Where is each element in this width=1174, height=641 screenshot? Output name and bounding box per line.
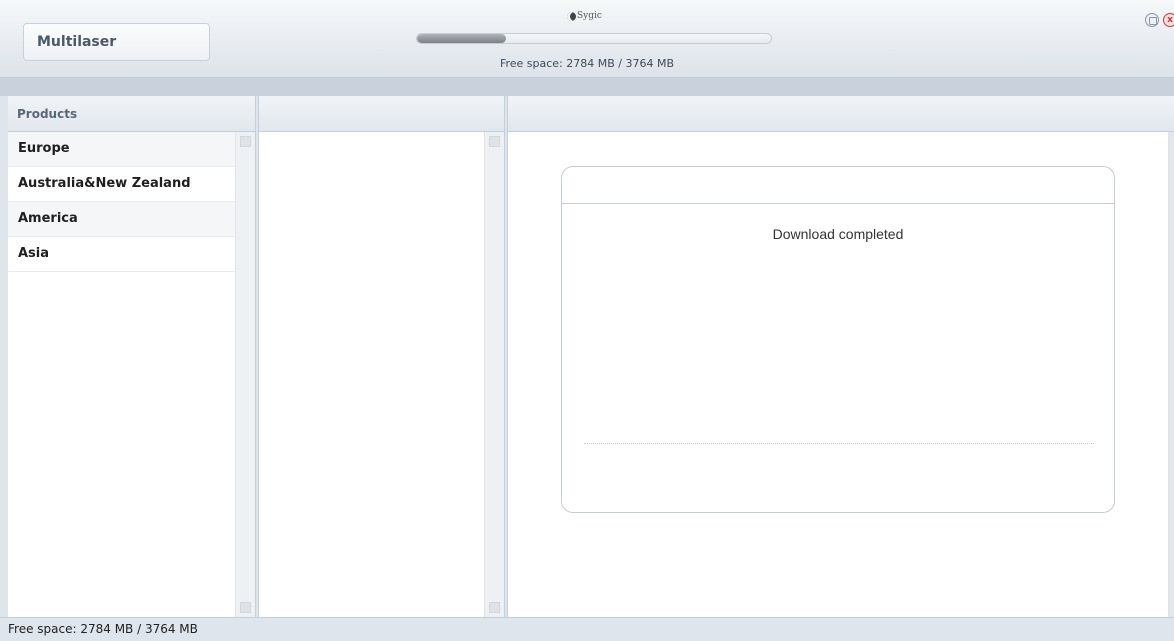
scroll-down-icon[interactable]	[489, 602, 500, 613]
products-list: Europe Australia&New Zealand America Asi…	[8, 132, 235, 272]
dialog-message: Download completed	[772, 226, 904, 242]
details-panel: Download completed	[507, 96, 1174, 617]
details-scrollbar[interactable]	[1168, 132, 1174, 617]
dialog-dotted-line	[584, 443, 1094, 444]
product-item-america[interactable]: America	[8, 202, 235, 237]
close-icon[interactable]: x	[1163, 13, 1174, 27]
product-item-asia[interactable]: Asia	[8, 237, 235, 272]
scroll-up-icon[interactable]	[240, 136, 251, 147]
products-panel: Products Europe Australia&New Zealand Am…	[8, 96, 256, 617]
toolbar-strip	[0, 78, 1174, 96]
products-scrollbar[interactable]	[235, 132, 255, 617]
regions-panel	[258, 96, 505, 617]
sygic-logo-icon	[567, 11, 576, 21]
details-header	[508, 96, 1174, 132]
products-header: Products	[8, 96, 255, 132]
device-name-button[interactable]: Multilaser	[23, 23, 210, 61]
product-item-australia[interactable]: Australia&New Zealand	[8, 167, 235, 202]
scroll-up-icon[interactable]	[489, 136, 500, 147]
header: Multilaser Sygic Free space: 2784 MB / 3…	[0, 0, 1174, 78]
scroll-down-icon[interactable]	[240, 602, 251, 613]
logo-text: Sygic	[577, 11, 602, 21]
dialog-divider	[562, 203, 1114, 204]
storage-progress-bar	[416, 33, 772, 44]
minimize-icon[interactable]	[1145, 13, 1159, 27]
status-bar: Free space: 2784 MB / 3764 MB	[0, 617, 1174, 641]
regions-scrollbar[interactable]	[484, 132, 504, 617]
storage-progress-fill	[417, 34, 506, 43]
free-space-header: Free space: 2784 MB / 3764 MB	[499, 57, 675, 70]
regions-header	[259, 96, 504, 132]
sygic-logo: Sygic	[567, 9, 602, 23]
download-dialog: Download completed	[561, 166, 1115, 513]
product-item-europe[interactable]: Europe	[8, 132, 235, 167]
